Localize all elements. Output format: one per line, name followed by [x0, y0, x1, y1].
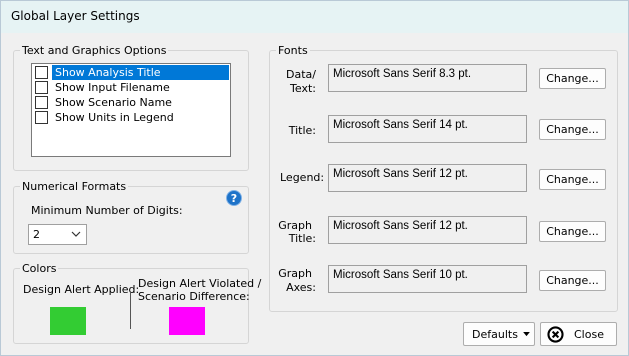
list-item-label: Show Scenario Name [55, 96, 172, 109]
font-label-legend-line2: Legend: [280, 171, 325, 184]
design-alert-violated-swatch[interactable] [169, 307, 205, 335]
checkbox[interactable] [35, 81, 48, 94]
numerical-formats-legend: Numerical Formats [20, 180, 129, 193]
close-label: Close [574, 328, 604, 341]
global-layer-settings-dialog: Global Layer Settings Text and Graphics … [0, 0, 629, 356]
list-item-show-input-filename[interactable]: Show Input Filename [33, 80, 229, 95]
change-legend-font-button[interactable]: Change... [539, 169, 606, 190]
list-item-label: Show Input Filename [55, 81, 170, 94]
min-digits-select[interactable]: 2 [28, 224, 87, 245]
close-button[interactable]: Close [540, 322, 617, 346]
text-graphics-options-legend: Text and Graphics Options [20, 44, 169, 57]
list-item-show-analysis-title[interactable]: Show Analysis Title [33, 65, 229, 80]
design-alert-applied-label: Design Alert Applied: [23, 283, 140, 296]
list-item-label: Show Units in Legend [55, 111, 174, 124]
font-label-data-text-line2: Text: [290, 82, 316, 95]
font-label-graph-axes-line1: Graph [278, 267, 312, 280]
design-alert-violated-label: Design Alert Violated / [138, 277, 262, 290]
font-legend-display: Microsoft Sans Serif 12 pt. [328, 164, 527, 192]
change-graph-title-font-button[interactable]: Change... [539, 221, 606, 242]
font-label-title-line2: Title: [288, 124, 316, 137]
scenario-difference-label: Scenario Difference: [138, 290, 250, 303]
window-title: Global Layer Settings [11, 9, 140, 23]
change-data-text-font-button[interactable]: Change... [539, 68, 606, 89]
checkbox[interactable] [35, 111, 48, 124]
defaults-dropdown-button[interactable]: Defaults [463, 322, 535, 346]
font-label-graph-axes-line2: Axes: [286, 281, 316, 294]
chevron-down-icon [71, 231, 81, 237]
font-graph-title-display: Microsoft Sans Serif 12 pt. [328, 216, 527, 244]
fonts-legend: Fonts [276, 44, 310, 57]
change-graph-axes-font-button[interactable]: Change... [539, 270, 606, 291]
font-label-data-text-line1: Data/ [286, 68, 316, 81]
font-label-graph-title-line2: Title: [288, 232, 316, 245]
defaults-label: Defaults [472, 328, 518, 341]
design-alert-applied-swatch[interactable] [50, 307, 86, 335]
question-circle-icon[interactable]: ? [226, 190, 242, 206]
change-title-font-button[interactable]: Change... [539, 119, 606, 140]
close-circle-icon [547, 326, 564, 343]
min-digits-value: 2 [33, 228, 40, 241]
checkbox[interactable] [35, 66, 48, 79]
font-title-display: Microsoft Sans Serif 14 pt. [328, 115, 527, 143]
caret-down-icon [523, 332, 530, 337]
list-item-label: Show Analysis Title [52, 65, 229, 80]
list-item-show-scenario-name[interactable]: Show Scenario Name [33, 95, 229, 110]
font-graph-axes-display: Microsoft Sans Serif 10 pt. [328, 265, 527, 293]
colors-divider [130, 292, 131, 329]
list-item-show-units-in-legend[interactable]: Show Units in Legend [33, 110, 229, 125]
text-graphics-options-list[interactable]: Show Analysis Title Show Input Filename … [31, 63, 231, 157]
checkbox[interactable] [35, 96, 48, 109]
title-bar[interactable]: Global Layer Settings [1, 1, 628, 33]
colors-legend: Colors [20, 262, 59, 275]
min-digits-label: Minimum Number of Digits: [31, 204, 183, 217]
font-data-text-display: Microsoft Sans Serif 8.3 pt. [328, 64, 527, 92]
font-label-graph-title-line1: Graph [278, 219, 312, 232]
